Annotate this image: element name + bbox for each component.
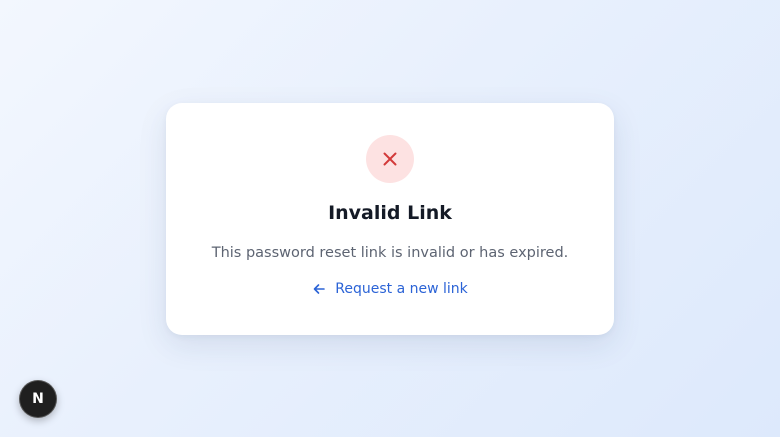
invalid-link-card: Invalid Link This password reset link is…: [166, 103, 614, 335]
request-new-link[interactable]: Request a new link: [166, 279, 614, 299]
error-badge: [366, 135, 414, 183]
x-icon: [383, 152, 397, 166]
next-logo-icon: N: [32, 391, 44, 407]
arrow-left-icon: [313, 284, 326, 294]
request-new-link-label: Request a new link: [335, 281, 468, 297]
error-message: This password reset link is invalid or h…: [211, 245, 569, 261]
page-title: Invalid Link: [328, 202, 452, 224]
dev-tools-button[interactable]: N: [19, 380, 57, 418]
